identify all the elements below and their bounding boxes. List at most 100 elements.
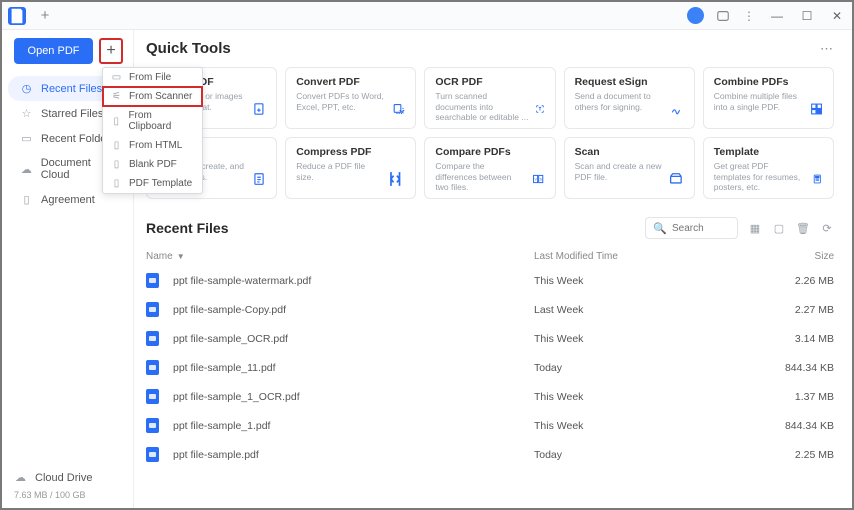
kebab-icon[interactable]: ⋮ — [742, 9, 756, 23]
table-row[interactable]: ppt file-sample_1_OCR.pdf This Week1.37 M… — [146, 382, 834, 411]
pdf-file-icon — [146, 360, 159, 375]
file-size: 2.26 MB — [774, 275, 834, 287]
tool-scan[interactable]: ScanScan and create a new PDF file. — [564, 137, 695, 199]
dropdown-label: Blank PDF — [129, 159, 177, 170]
file-icon: ▭ — [111, 72, 122, 83]
app-icon — [8, 7, 26, 25]
tool-compress-pdf[interactable]: Compress PDFReduce a PDF file size. — [285, 137, 416, 199]
tool-title: Scan — [575, 146, 662, 158]
file-size: 1.37 MB — [774, 391, 834, 403]
col-size-header[interactable]: Size — [774, 251, 834, 262]
template-icon: ▯ — [111, 178, 122, 189]
table-row[interactable]: ppt file-sample.pdf Today2.25 MB — [146, 440, 834, 469]
table-row[interactable]: ppt file-sample_OCR.pdfThis Week3.14 MB — [146, 324, 834, 353]
cloud-icon: ☁ — [14, 471, 27, 484]
pdf-file-icon — [146, 389, 159, 404]
sort-icon: ▼ — [177, 252, 185, 261]
tool-desc: Send a document to others for signing. — [575, 91, 665, 112]
compare-icon: VS — [532, 168, 544, 190]
sidebar-item-label: Agreement — [41, 194, 95, 206]
table-row[interactable]: ppt file-sample-Copy.pdfLast Week2.27 MB — [146, 295, 834, 324]
scanner-icon: ⚟ — [111, 91, 122, 102]
grid-view-button[interactable]: ▢ — [772, 221, 786, 235]
new-tab-button[interactable]: + — [36, 7, 54, 25]
file-name: ppt file-sample.pdf — [173, 449, 259, 461]
file-modified: This Week — [534, 333, 774, 345]
list-view-button[interactable]: ▦ — [748, 221, 762, 235]
file-modified: This Week — [534, 420, 774, 432]
recent-files-title: Recent Files — [146, 220, 228, 236]
storage-text: 7.63 MB / 100 GB — [14, 490, 121, 500]
file-modified: Today — [534, 449, 774, 461]
close-button[interactable]: ✕ — [828, 9, 846, 23]
cloud-icon: ☁ — [20, 163, 33, 176]
tool-desc: Compare the differences between two file… — [435, 161, 526, 193]
tool-ocr-pdf[interactable]: OCR PDFTurn scanned documents into searc… — [424, 67, 555, 129]
search-box[interactable]: 🔍 — [645, 217, 738, 239]
create-pdf-icon — [252, 98, 266, 120]
tool-convert-pdf[interactable]: Convert PDF Convert PDFs to Word, Excel, … — [285, 67, 416, 129]
file-modified: This Week — [534, 275, 774, 287]
svg-text:S: S — [540, 178, 543, 182]
star-icon: ☆ — [20, 107, 33, 120]
col-name-header[interactable]: Name▼ — [146, 251, 534, 262]
open-pdf-button[interactable]: Open PDF — [14, 38, 93, 64]
tool-combine-pdfs[interactable]: Combine PDFsCombine multiple files into … — [703, 67, 834, 129]
minimize-button[interactable]: — — [768, 9, 786, 23]
dropdown-from-html[interactable]: ▯From HTML — [103, 136, 202, 155]
dropdown-label: From File — [129, 72, 171, 83]
file-name: ppt file-sample-watermark.pdf — [173, 275, 311, 287]
esign-icon — [670, 98, 684, 120]
pdf-file-icon — [146, 302, 159, 317]
dropdown-from-scanner[interactable]: ⚟ From Scanner — [102, 86, 203, 107]
tool-title: OCR PDF — [435, 76, 528, 88]
quick-tools-more-button[interactable]: ⋯ — [820, 41, 834, 57]
pdf-file-icon — [146, 447, 159, 462]
scan-icon — [668, 168, 684, 190]
file-size: 2.27 MB — [774, 304, 834, 316]
new-pdf-dropdown: ▭ From File ⚟ From Scanner ▯From Clipboard… — [102, 67, 203, 194]
dropdown-from-file[interactable]: ▭ From File — [103, 68, 202, 87]
notification-icon[interactable] — [716, 9, 730, 23]
table-row[interactable]: ppt file-sample_1.pdfThis Week844.34 KB — [146, 411, 834, 440]
dropdown-label: From Scanner — [129, 91, 192, 102]
col-modified-header[interactable]: Last Modified Time — [534, 251, 774, 262]
tool-desc: Convert PDFs to Word, Excel, PPT, etc. — [296, 91, 386, 112]
maximize-button[interactable]: ☐ — [798, 9, 816, 23]
edit-icon — [252, 168, 266, 190]
dropdown-from-clipboard[interactable]: ▯From Clipboard — [103, 106, 202, 136]
clock-icon: ◷ — [20, 82, 33, 95]
table-row[interactable]: ppt file-sample-watermark.pdf This Week2.… — [146, 266, 834, 295]
ocr-icon — [535, 98, 545, 120]
file-name: ppt file-sample_1.pdf — [173, 420, 270, 432]
tool-compare-pdfs[interactable]: Compare PDFsCompare the differences betw… — [424, 137, 555, 199]
cloud-drive-link[interactable]: ☁ Cloud Drive — [14, 471, 121, 484]
tool-title: Compress PDF — [296, 146, 379, 158]
titlebar: + ⋮ — ☐ ✕ — [2, 2, 852, 30]
dropdown-blank-pdf[interactable]: ▯Blank PDF — [103, 155, 202, 174]
search-input[interactable] — [672, 223, 730, 234]
quick-tools-grid: Create PDFFiles, pages or images in PDF … — [146, 67, 834, 199]
tool-request-esign[interactable]: Request eSignSend a document to others f… — [564, 67, 695, 129]
tool-template[interactable]: TemplateGet great PDF templates for resu… — [703, 137, 834, 199]
convert-icon — [392, 98, 405, 120]
new-pdf-button[interactable]: + — [99, 38, 123, 64]
sidebar-item-label: Recent Files — [41, 83, 102, 95]
pdf-file-icon — [146, 331, 159, 346]
file-name: ppt file-sample_1_OCR.pdf — [173, 391, 300, 403]
refresh-button[interactable]: ⟳ — [820, 221, 834, 235]
tool-desc: Combine multiple files into a single PDF… — [714, 91, 804, 112]
table-row[interactable]: ppt file-sample_11.pdfToday844.34 KB — [146, 353, 834, 382]
file-modified: This Week — [534, 391, 774, 403]
clipboard-icon: ▯ — [111, 116, 121, 127]
file-modified: Today — [534, 362, 774, 374]
dropdown-pdf-template[interactable]: ▯PDF Template — [103, 174, 202, 193]
trash-button[interactable]: 🗑 — [796, 221, 810, 235]
file-size: 2.25 MB — [774, 449, 834, 461]
pdf-file-icon — [146, 273, 159, 288]
avatar[interactable] — [687, 7, 704, 24]
main: Quick Tools ⋯ Create PDFFiles, pages or … — [134, 30, 852, 508]
file-name: ppt file-sample_11.pdf — [173, 362, 276, 374]
tool-title: Convert PDF — [296, 76, 386, 88]
file-modified: Last Week — [534, 304, 774, 316]
